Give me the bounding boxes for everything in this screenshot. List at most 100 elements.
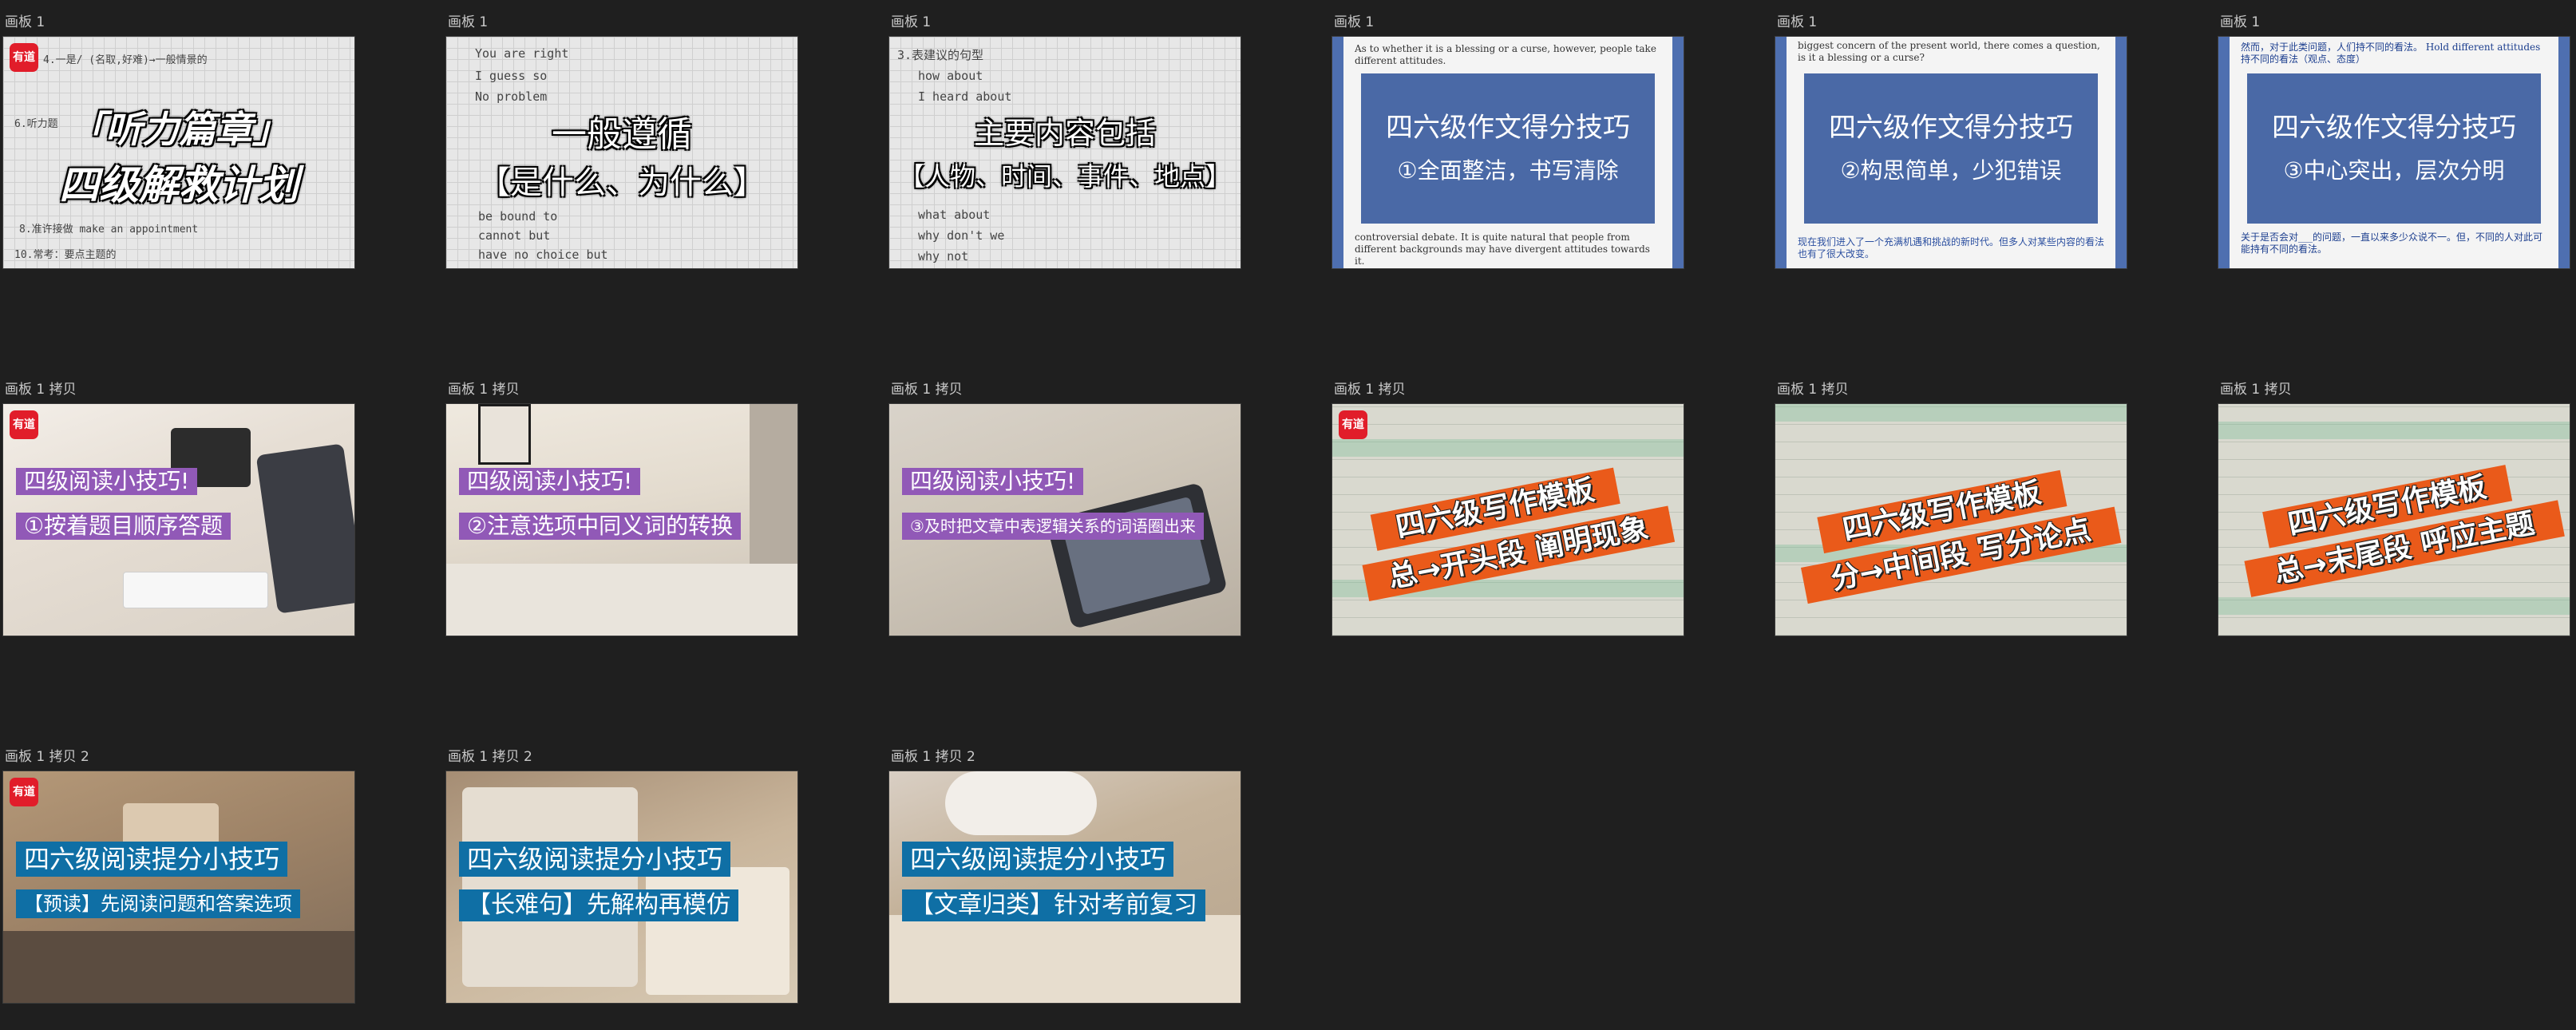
artboard-label[interactable]: 画板 1 拷贝: [1777, 382, 1849, 398]
artboard-label[interactable]: 画板 1 拷贝: [1334, 382, 1406, 398]
notebook-shape: [646, 867, 789, 995]
artboard-label[interactable]: 画板 1 拷贝 2: [448, 749, 532, 765]
document-edge: [1672, 37, 1684, 268]
artboard-label[interactable]: 画板 1 拷贝 2: [891, 749, 975, 765]
artboard-canvas[interactable]: 四六级阅读提分小技巧 【长难句】先解构再模仿: [445, 771, 798, 1004]
thumbnail-subtitle: 【人物、时间、事件、地点】: [898, 161, 1231, 192]
document-edge: [2558, 37, 2570, 268]
artboard-canvas[interactable]: 四级阅读小技巧! ③及时把文章中表逻辑关系的词语圈出来: [888, 403, 1241, 636]
document-text: As to whether it is a blessing or a curs…: [1355, 43, 1656, 66]
artboard[interactable]: 画板 1 拷贝 2 有道 四六级阅读提分小技巧 【预读】先阅读问题和答案选项: [2, 749, 355, 1004]
handwritten-note: how about: [918, 69, 983, 83]
thumbnail-title: 四六级作文得分技巧: [1829, 112, 2073, 144]
title-card: 四六级作文得分技巧 ①全面整洁，书写清除: [1361, 73, 1655, 224]
thumbnail-subtitle: 四级解救计划: [59, 162, 299, 208]
artboard-label[interactable]: 画板 1 拷贝: [891, 382, 963, 398]
handwritten-note: cannot but: [478, 228, 551, 243]
document-text: controversial debate. It is quite natura…: [1355, 232, 1650, 267]
handwritten-note: have no choice but: [478, 248, 608, 262]
artboard-label[interactable]: 画板 1: [5, 14, 45, 30]
artboard-label[interactable]: 画板 1: [1777, 14, 1817, 30]
handwritten-note: 4.一是/ (名取,好难)→一般情景的: [43, 54, 208, 66]
artboard[interactable]: 画板 1 拷贝 2 四六级阅读提分小技巧 【长难句】先解构再模仿: [445, 749, 798, 1004]
artboard-canvas[interactable]: 四级阅读小技巧! ②注意选项中同义词的转换: [445, 403, 798, 636]
title-card: 四六级作文得分技巧 ②构思简单，少犯错误: [1804, 73, 2098, 224]
artboard[interactable]: 画板 1 有道 4.一是/ (名取,好难)→一般情景的 6.听力题 8.准许接做…: [2, 14, 355, 269]
thumbnail-title: 主要内容包括: [973, 116, 1156, 151]
thumbnail-title: 四六级阅读提分小技巧: [459, 842, 731, 877]
thumbnail-title: 四级阅读小技巧!: [459, 468, 641, 495]
artboard-label[interactable]: 画板 1: [2220, 14, 2260, 30]
artboard-label[interactable]: 画板 1 拷贝 2: [5, 749, 89, 765]
document-text: 关于是否会对___的问题，一直以来多少众说不一。但，不同的人对此可能持有不同的看…: [2241, 232, 2543, 255]
notebook-shape: [462, 787, 638, 987]
artboard-label[interactable]: 画板 1 拷贝: [2220, 382, 2292, 398]
desk-shape: [3, 931, 354, 1003]
banner-group: 四六级写作模板 总→末尾段 呼应主题: [2218, 404, 2570, 636]
artboard[interactable]: 画板 1 You are right I guess so No problem…: [445, 14, 798, 269]
youdao-logo: 有道: [10, 778, 38, 806]
picture-frame-shape: [478, 404, 531, 465]
artboard[interactable]: 画板 1 拷贝 四级阅读小技巧! ③及时把文章中表逻辑关系的词语圈出来: [888, 382, 1241, 636]
keyboard-shape: [123, 572, 268, 608]
artboard-canvas[interactable]: As to whether it is a blessing or a curs…: [1332, 36, 1684, 269]
artboard-canvas[interactable]: 然而，对于此类问题，人们持不同的看法。 Hold different attit…: [2218, 36, 2570, 269]
artboard-label[interactable]: 画板 1: [891, 14, 931, 30]
thumbnail-title: 四级阅读小技巧!: [902, 468, 1084, 495]
document-text: biggest concern of the present world, th…: [1798, 40, 2100, 63]
artboard-canvas[interactable]: 有道 4.一是/ (名取,好难)→一般情景的 6.听力题 8.准许接做 make…: [2, 36, 355, 269]
artboard-canvas[interactable]: biggest concern of the present world, th…: [1775, 36, 2127, 269]
thumbnail-subtitle: 【文章归类】针对考前复习: [902, 889, 1205, 921]
artboard[interactable]: 画板 1 拷贝 四六级写作模板 分→中间段 写分论点: [1775, 382, 2127, 636]
document-text: 现在我们进入了一个充满机遇和挑战的新时代。但多人对某些内容的看法也有了很大改变。: [1798, 236, 2105, 259]
youdao-logo: 有道: [10, 43, 38, 72]
artboard[interactable]: 画板 1 然而，对于此类问题，人们持不同的看法。 Hold different …: [2218, 14, 2570, 269]
artboard-canvas[interactable]: 四六级阅读提分小技巧 【文章归类】针对考前复习: [888, 771, 1241, 1004]
thumbnail-title: 四六级阅读提分小技巧: [16, 842, 288, 877]
artboard[interactable]: 画板 1 3.表建议的句型 how about I heard about wh…: [888, 14, 1241, 269]
document-text: 然而，对于此类问题，人们持不同的看法。 Hold different attit…: [2241, 42, 2541, 65]
thumbnail-subtitle: ②注意选项中同义词的转换: [459, 513, 742, 540]
artboard-canvas[interactable]: 四六级写作模板 总→末尾段 呼应主题: [2218, 403, 2570, 636]
document-edge: [1775, 37, 1787, 268]
handwritten-note: 10.常考：要点主题的: [14, 249, 117, 261]
thumbnail-title: 四六级阅读提分小技巧: [902, 842, 1174, 877]
thumbnail-title: 一般遵循: [552, 114, 692, 155]
artboard[interactable]: 画板 1 拷贝 有道 四六级写作模板 总→开头段 阐明现象: [1332, 382, 1684, 636]
artboard-canvas[interactable]: 四六级写作模板 分→中间段 写分论点: [1775, 403, 2127, 636]
handwritten-note: why don't we: [918, 228, 1005, 243]
artboard-canvas[interactable]: 有道 四六级阅读提分小技巧 【预读】先阅读问题和答案选项: [2, 771, 355, 1004]
title-card: 四六级作文得分技巧 ③中心突出，层次分明: [2247, 73, 2541, 224]
artboard-canvas[interactable]: 有道 四六级写作模板 总→开头段 阐明现象: [1332, 403, 1684, 636]
thumbnail-title: 四六级作文得分技巧: [2272, 112, 2516, 144]
artboard[interactable]: 画板 1 As to whether it is a blessing or a…: [1332, 14, 1684, 269]
thumbnail-title: 四级阅读小技巧!: [16, 468, 198, 495]
artboard-label[interactable]: 画板 1: [1334, 14, 1374, 30]
handwritten-note: No problem: [475, 89, 548, 104]
artboard[interactable]: 画板 1 拷贝 2 四六级阅读提分小技巧 【文章归类】针对考前复习: [888, 749, 1241, 1004]
youdao-logo: 有道: [10, 410, 38, 439]
artboard-canvas[interactable]: 3.表建议的句型 how about I heard about what ab…: [888, 36, 1241, 269]
notebook-shape: [889, 915, 1241, 1003]
thumbnail-subtitle: 【长难句】先解构再模仿: [459, 889, 738, 921]
artboard-label[interactable]: 画板 1: [448, 14, 488, 30]
thumbnail-subtitle: 【预读】先阅读问题和答案选项: [16, 889, 300, 918]
artboard-canvas[interactable]: You are right I guess so No problem be b…: [445, 36, 798, 269]
document-edge: [1332, 37, 1343, 268]
artboard-label[interactable]: 画板 1 拷贝: [5, 382, 77, 398]
artboard[interactable]: 画板 1 拷贝 有道 四级阅读小技巧! ①按着题目顺序答题: [2, 382, 355, 636]
thumbnail-subtitle: 【是什么、为什么】: [478, 164, 766, 201]
artboard[interactable]: 画板 1 biggest concern of the present worl…: [1775, 14, 2127, 269]
banner-group: 四六级写作模板 分→中间段 写分论点: [1775, 404, 2127, 636]
document-edge: [2218, 37, 2230, 268]
handwritten-note: 8.准许接做 make an appointment: [19, 224, 199, 236]
artboard[interactable]: 画板 1 拷贝 四六级写作模板 总→末尾段 呼应主题: [2218, 382, 2570, 636]
handwritten-note: be bound to: [478, 209, 558, 224]
artboard[interactable]: 画板 1 拷贝 四级阅读小技巧! ②注意选项中同义词的转换: [445, 382, 798, 636]
artboard-label[interactable]: 画板 1 拷贝: [448, 382, 520, 398]
thumbnail-subtitle: ③及时把文章中表逻辑关系的词语圈出来: [902, 513, 1204, 540]
document-edge: [2115, 37, 2127, 268]
handwritten-note: You are right: [475, 46, 569, 61]
artboard-canvas[interactable]: 有道 四级阅读小技巧! ①按着题目顺序答题: [2, 403, 355, 636]
thumbnail-title: 四六级作文得分技巧: [1386, 112, 1630, 144]
